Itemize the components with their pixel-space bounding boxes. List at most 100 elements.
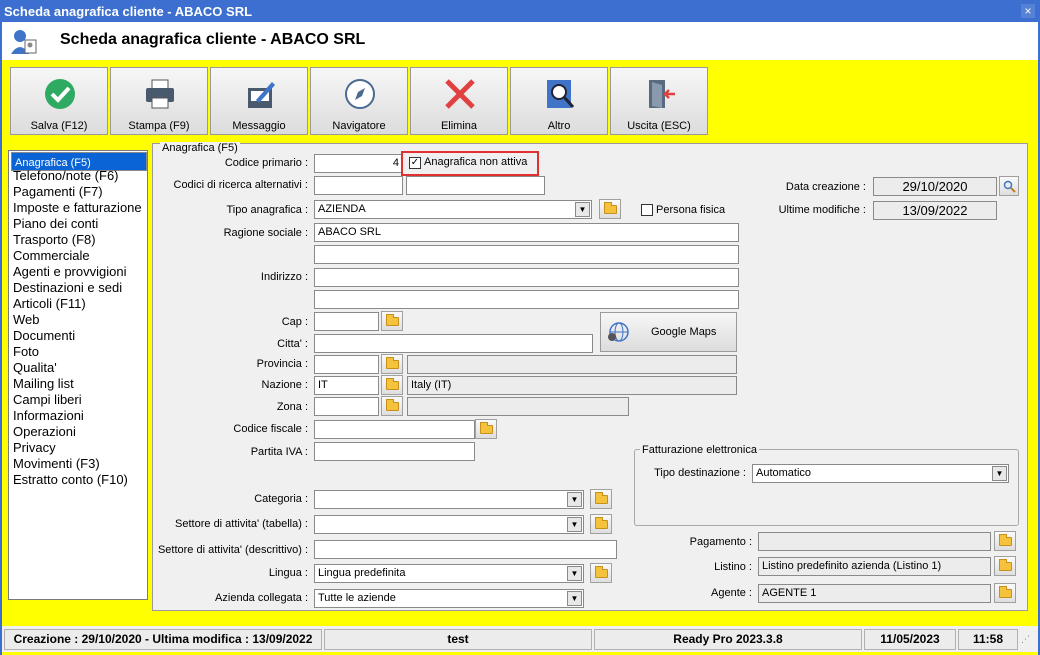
chevron-down-icon[interactable]: ▼	[567, 566, 582, 581]
close-window-button[interactable]: ×	[1021, 4, 1035, 18]
cap-input[interactable]	[314, 312, 379, 331]
chevron-down-icon[interactable]: ▼	[992, 466, 1007, 481]
citta-input[interactable]	[314, 334, 593, 353]
persona-fisica-checkbox[interactable]	[641, 204, 653, 216]
print-button[interactable]: Stampa (F9)	[110, 67, 208, 135]
message-button[interactable]: Messaggio	[210, 67, 308, 135]
ragione-sociale-label: Ragione sociale :	[223, 227, 308, 239]
codice-fiscale-label: Codice fiscale :	[233, 423, 308, 435]
nav-item-campi-liberi[interactable]: Campi liberi	[11, 392, 82, 408]
nav-item-estratto-conto[interactable]: Estratto conto (F10)	[11, 472, 128, 488]
non-attiva-checkbox[interactable]: ✓	[409, 157, 421, 169]
settore-tabella-select[interactable]: ▼	[314, 515, 584, 534]
nazione-browse-button[interactable]	[381, 375, 403, 395]
more-button[interactable]: Altro	[510, 67, 608, 135]
save-button[interactable]: Salva (F12)	[10, 67, 108, 135]
nav-item-articoli[interactable]: Articoli (F11)	[11, 296, 86, 312]
exit-button[interactable]: Uscita (ESC)	[610, 67, 708, 135]
resize-grip-icon[interactable]: ⋰	[1021, 634, 1030, 645]
nav-item-agenti[interactable]: Agenti e provvigioni	[11, 264, 126, 280]
settore-descrittivo-input[interactable]	[314, 540, 617, 559]
folder-icon	[386, 314, 399, 326]
categoria-select[interactable]: ▼	[314, 490, 584, 509]
google-maps-label: Google Maps	[651, 326, 717, 338]
pagamento-label: Pagamento :	[689, 536, 752, 548]
tipo-destinazione-select[interactable]: Automatico ▼	[752, 464, 1009, 483]
listino-browse-button[interactable]	[994, 556, 1016, 576]
settore-tabella-browse-button[interactable]	[590, 514, 612, 534]
categoria-browse-button[interactable]	[590, 489, 612, 509]
chevron-down-icon[interactable]: ▼	[575, 202, 590, 217]
chevron-down-icon[interactable]: ▼	[567, 517, 582, 532]
folder-icon	[595, 517, 608, 529]
nav-item-qualita[interactable]: Qualita'	[11, 360, 57, 376]
print-button-label: Stampa (F9)	[128, 120, 190, 132]
codice-primario-input[interactable]: 4	[314, 154, 403, 173]
nav-item-imposte[interactable]: Imposte e fatturazione	[11, 200, 142, 216]
partita-iva-input[interactable]	[314, 442, 475, 461]
nav-item-mailing[interactable]: Mailing list	[11, 376, 74, 392]
cap-browse-button[interactable]	[381, 311, 403, 331]
printer-icon	[146, 79, 174, 109]
nav-item-destinazioni[interactable]: Destinazioni e sedi	[11, 280, 122, 296]
codice-alt-input-2[interactable]	[406, 176, 545, 195]
agente-label: Agente :	[711, 587, 752, 599]
nav-item-web[interactable]: Web	[11, 312, 40, 328]
nav-item-operazioni[interactable]: Operazioni	[11, 424, 76, 440]
data-creazione-search-button[interactable]	[999, 176, 1019, 196]
ragione-sociale-input-2[interactable]	[314, 245, 739, 264]
compass-icon	[345, 79, 375, 109]
search-icon	[1003, 180, 1016, 193]
codice-alt-input-1[interactable]	[314, 176, 403, 195]
tipo-anagrafica-value: AZIENDA	[318, 203, 366, 215]
provincia-browse-button[interactable]	[381, 354, 403, 374]
chevron-down-icon[interactable]: ▼	[567, 591, 582, 606]
exit-door-icon	[649, 80, 675, 108]
codice-fiscale-browse-button[interactable]	[475, 419, 497, 439]
provincia-input[interactable]	[314, 355, 379, 374]
tipo-destinazione-value: Automatico	[756, 467, 812, 479]
nav-item-telefono[interactable]: Telefono/note (F6)	[11, 168, 119, 184]
tipo-anagrafica-label: Tipo anagrafica :	[226, 204, 308, 216]
nav-item-piano-conti[interactable]: Piano dei conti	[11, 216, 98, 232]
tipo-anagrafica-select[interactable]: AZIENDA ▼	[314, 200, 592, 219]
window-border-left	[0, 60, 2, 655]
agente-value: AGENTE 1	[758, 584, 991, 603]
codice-fiscale-input[interactable]	[314, 420, 475, 439]
google-maps-button[interactable]: Google Maps	[600, 312, 737, 352]
page-header: Scheda anagrafica cliente - ABACO SRL	[0, 22, 1040, 60]
message-button-label: Messaggio	[232, 120, 286, 132]
status-user: test	[324, 629, 592, 650]
nav-item-informazioni[interactable]: Informazioni	[11, 408, 84, 424]
azienda-collegata-select[interactable]: Tutte le aziende ▼	[314, 589, 584, 608]
folder-icon	[999, 534, 1012, 546]
nav-item-documenti[interactable]: Documenti	[11, 328, 75, 344]
lingua-browse-button[interactable]	[590, 563, 612, 583]
provincia-label: Provincia :	[256, 358, 308, 370]
zona-browse-button[interactable]	[381, 396, 403, 416]
nav-item-privacy[interactable]: Privacy	[11, 440, 56, 456]
status-time: 11:58	[958, 629, 1018, 650]
window-titlebar: Scheda anagrafica cliente - ABACO SRL	[0, 0, 1040, 22]
zona-description	[407, 397, 629, 416]
pagamento-browse-button[interactable]	[994, 531, 1016, 551]
delete-button[interactable]: Elimina	[410, 67, 508, 135]
nav-item-pagamenti[interactable]: Pagamenti (F7)	[11, 184, 103, 200]
chevron-down-icon[interactable]: ▼	[567, 492, 582, 507]
agente-browse-button[interactable]	[994, 583, 1016, 603]
zona-input[interactable]	[314, 397, 379, 416]
listino-label: Listino :	[714, 561, 752, 573]
ragione-sociale-input[interactable]: ABACO SRL	[314, 223, 739, 242]
nav-item-trasporto[interactable]: Trasporto (F8)	[11, 232, 96, 248]
nav-item-commerciale[interactable]: Commerciale	[11, 248, 90, 264]
nav-item-foto[interactable]: Foto	[11, 344, 39, 360]
tipo-anagrafica-browse-button[interactable]	[599, 199, 621, 219]
navigator-button[interactable]: Navigatore	[310, 67, 408, 135]
lingua-select[interactable]: Lingua predefinita ▼	[314, 564, 584, 583]
indirizzo-input-2[interactable]	[314, 290, 739, 309]
nazione-label: Nazione :	[261, 379, 308, 391]
nav-item-movimenti[interactable]: Movimenti (F3)	[11, 456, 100, 472]
nazione-input[interactable]: IT	[314, 376, 379, 395]
indirizzo-input[interactable]	[314, 268, 739, 287]
ultime-modifiche-label: Ultime modifiche :	[778, 204, 866, 216]
